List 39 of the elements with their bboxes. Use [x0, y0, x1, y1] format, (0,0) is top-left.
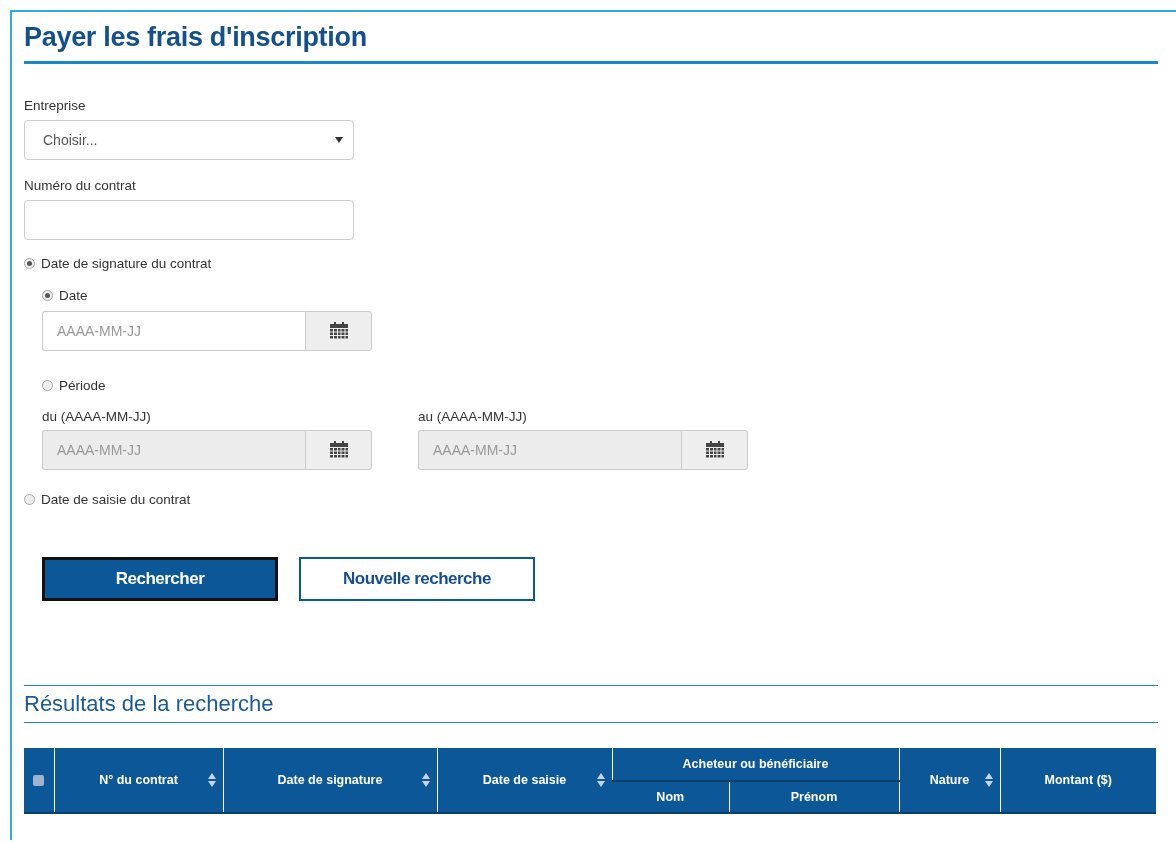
radio-label: Date de saisie du contrat — [41, 492, 191, 507]
calendar-icon — [329, 441, 348, 459]
date-field[interactable]: AAAA-MM-JJ — [42, 311, 305, 351]
contract-number-field[interactable] — [24, 200, 354, 240]
column-header[interactable]: Date de signature — [223, 748, 437, 813]
field-label: au (AAAA-MM-JJ) — [418, 409, 528, 424]
field-label: du (AAAA-MM-JJ) — [42, 409, 152, 424]
page-title: Payer les frais d'inscription — [24, 21, 368, 54]
action-button[interactable]: Nouvelle recherche — [299, 557, 535, 601]
company-select[interactable]: Choisir... — [24, 120, 354, 160]
column-header: Montant ($) — [1000, 748, 1156, 813]
action-button[interactable]: Rechercher — [42, 557, 278, 601]
radio-button[interactable] — [42, 290, 53, 301]
radio-label: Période — [59, 378, 106, 393]
column-header[interactable]: N° du contrat — [54, 748, 223, 813]
calendar-button[interactable] — [305, 311, 372, 351]
radio-label: Date de signature du contrat — [41, 256, 212, 271]
column-header: Prénom — [729, 781, 899, 813]
sort-icon — [421, 773, 430, 787]
field-label: Entreprise — [24, 98, 87, 113]
column-header[interactable]: Nature — [899, 748, 1000, 813]
radio-button[interactable] — [24, 494, 35, 505]
section-title: Résultats de la recherche — [24, 690, 275, 718]
radio-button[interactable] — [42, 380, 53, 391]
column-header[interactable]: Date de saisie — [437, 748, 612, 813]
select-all-checkbox[interactable] — [33, 775, 45, 787]
column-header: Nom — [612, 781, 729, 813]
radio-button[interactable] — [24, 258, 35, 269]
calendar-icon — [705, 441, 724, 459]
column-header: Acheteur ou bénéficiaire — [612, 748, 899, 781]
sort-icon — [984, 773, 993, 787]
calendar-button[interactable] — [305, 430, 372, 470]
field-label: Numéro du contrat — [24, 178, 137, 193]
sort-icon — [207, 773, 216, 787]
calendar-button[interactable] — [681, 430, 748, 470]
caret-icon — [335, 137, 343, 143]
sort-icon — [596, 773, 605, 787]
radio-label: Date — [59, 288, 88, 303]
calendar-icon — [329, 322, 348, 340]
